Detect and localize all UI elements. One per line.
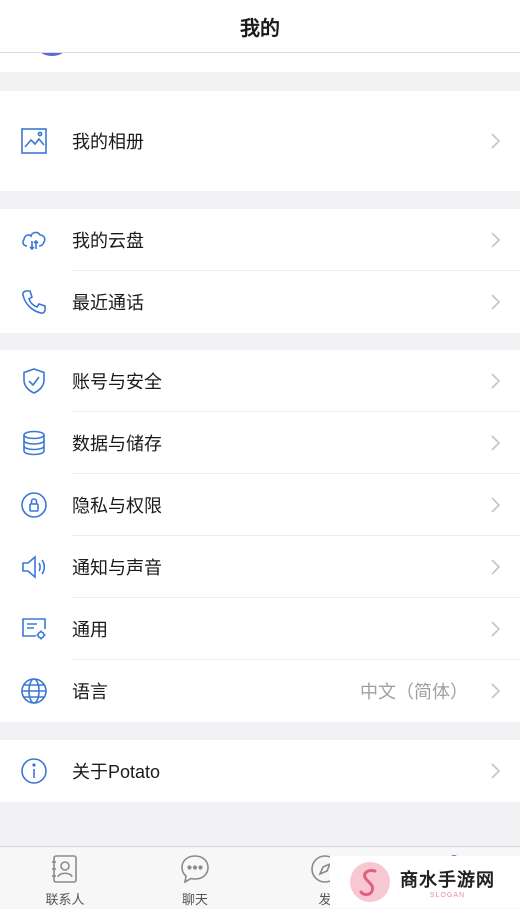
- row-label: 账号与安全: [72, 372, 162, 392]
- chevron-right-icon: [491, 232, 501, 248]
- chevron-right-icon: [491, 683, 501, 699]
- row-account-security[interactable]: 账号与安全: [0, 350, 520, 412]
- tab-contacts[interactable]: 联系人: [0, 847, 130, 909]
- chevron-right-icon: [491, 373, 501, 389]
- chevron-right-icon: [491, 497, 501, 513]
- row-label: 我的云盘: [72, 231, 144, 251]
- chevron-right-icon: [491, 621, 501, 637]
- page-title: 我的: [240, 17, 280, 40]
- row-label: 数据与储存: [72, 434, 162, 454]
- row-label: 通知与声音: [72, 558, 162, 578]
- row-label: 语言: [72, 682, 108, 702]
- chevron-right-icon: [491, 294, 501, 310]
- page-header: 我的: [0, 0, 520, 53]
- watermark-title: 商水手游网: [400, 869, 495, 890]
- database-icon: [20, 429, 48, 457]
- section-cloud: 我的云盘 最近通话: [0, 209, 520, 333]
- row-label: 隐私与权限: [72, 496, 162, 516]
- row-label: 最近通话: [72, 293, 144, 313]
- contacts-icon: [52, 855, 77, 883]
- shield-icon: [20, 367, 48, 395]
- settings-card-icon: [20, 615, 48, 643]
- watermark: 商水手游网 SLOGAN: [330, 856, 520, 908]
- chevron-right-icon: [491, 435, 501, 451]
- phone-icon: [20, 288, 48, 316]
- watermark-logo: [350, 862, 390, 902]
- row-recent-calls[interactable]: 最近通话: [0, 271, 520, 333]
- section-about: 关于Potato: [0, 740, 520, 802]
- chat-icon: [181, 855, 209, 884]
- section-settings: 账号与安全 数据与储存 隐私与权限 通知与声音 通用 语言 中文（简体）: [0, 350, 520, 722]
- tab-chats[interactable]: 聊天: [130, 847, 260, 909]
- row-language[interactable]: 语言 中文（简体）: [0, 660, 520, 722]
- row-cloud-drive[interactable]: 我的云盘: [0, 209, 520, 271]
- speaker-icon: [20, 553, 48, 581]
- row-notifications[interactable]: 通知与声音: [0, 536, 520, 598]
- row-data-storage[interactable]: 数据与储存: [0, 412, 520, 474]
- row-general[interactable]: 通用: [0, 598, 520, 660]
- section-album: 我的相册: [0, 91, 520, 191]
- row-label: 我的相册: [72, 132, 144, 152]
- info-icon: [20, 757, 48, 785]
- profile-card[interactable]: [0, 52, 520, 72]
- globe-icon: [20, 677, 48, 705]
- tab-label: 联系人: [45, 892, 85, 907]
- cloud-drive-icon: [20, 226, 48, 254]
- lock-icon: [20, 491, 48, 519]
- language-value: 中文（简体）: [360, 682, 468, 702]
- row-label: 关于Potato: [72, 762, 161, 782]
- row-my-album[interactable]: 我的相册: [0, 91, 520, 191]
- chevron-right-icon: [491, 763, 501, 779]
- chevron-right-icon: [491, 133, 501, 149]
- row-about[interactable]: 关于Potato: [0, 740, 520, 802]
- tab-label: 聊天: [181, 892, 208, 907]
- chevron-right-icon: [491, 559, 501, 575]
- row-label: 通用: [72, 620, 108, 640]
- row-privacy[interactable]: 隐私与权限: [0, 474, 520, 536]
- photo-album-icon: [20, 127, 48, 155]
- watermark-subtitle: SLOGAN: [429, 891, 466, 899]
